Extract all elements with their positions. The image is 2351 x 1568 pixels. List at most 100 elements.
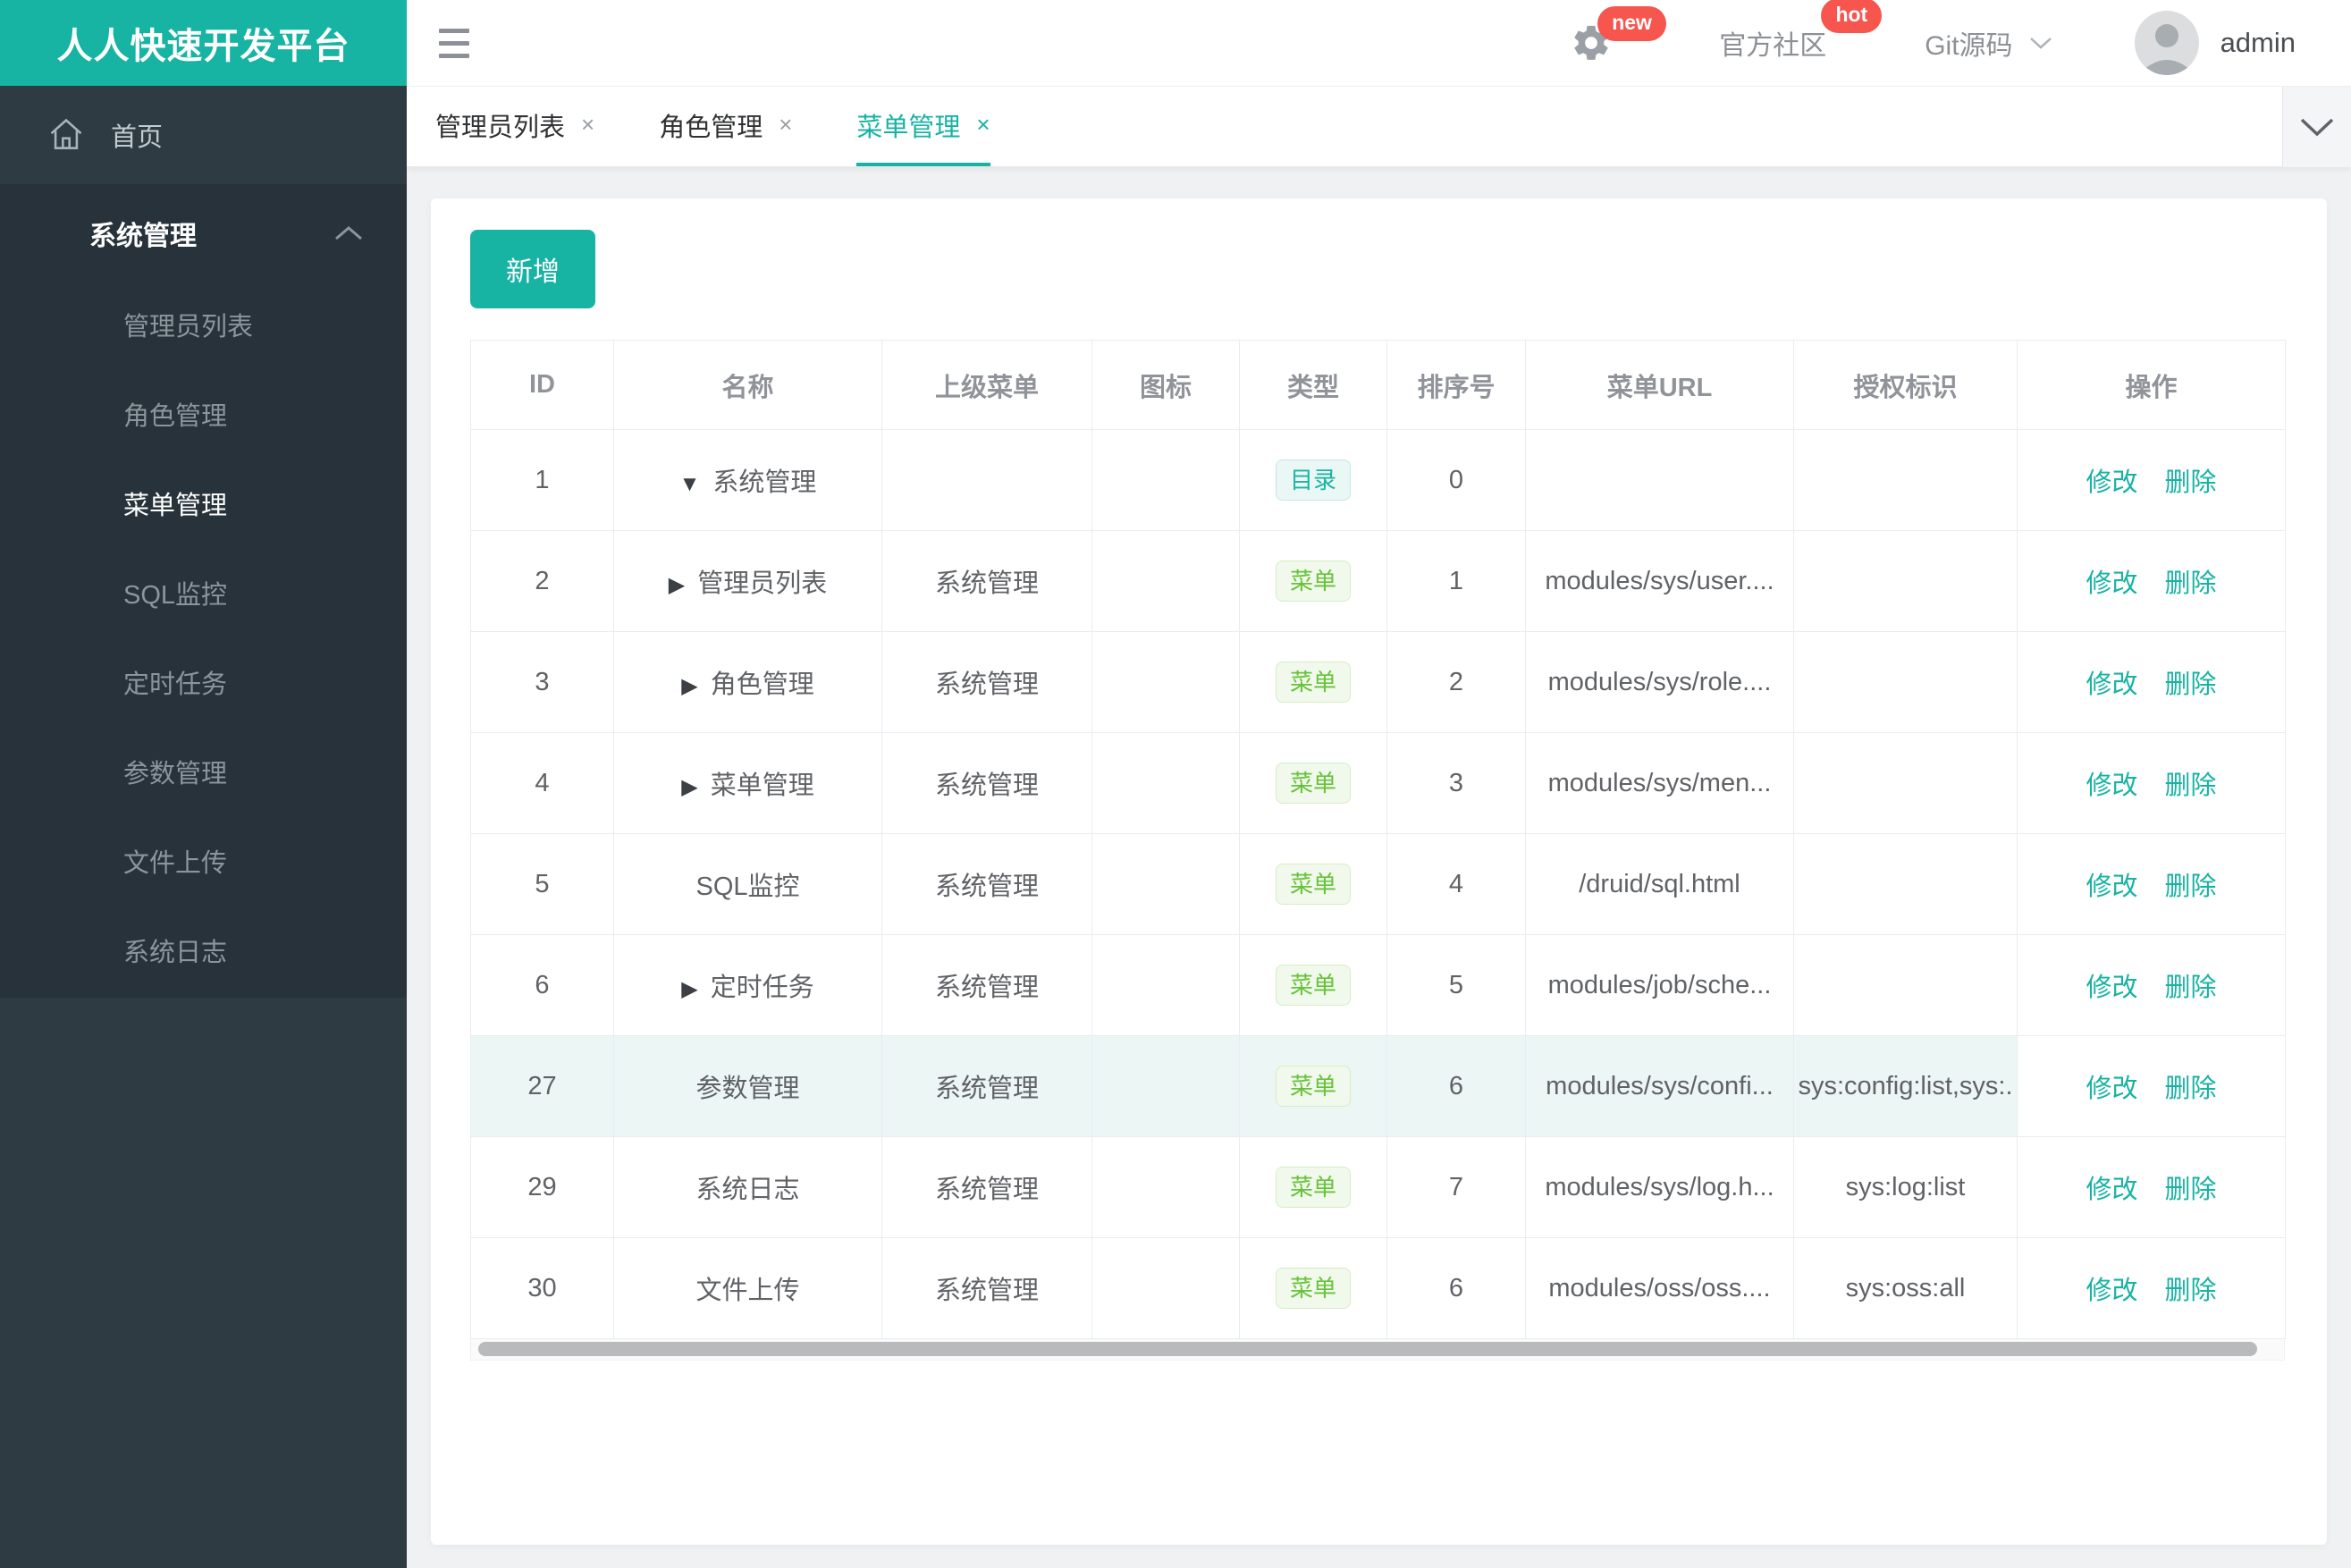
table-row: 5 SQL监控 系统管理 菜单 4/druid/sql.html 修改 删除: [470, 833, 2286, 935]
sidebar-item-参数管理[interactable]: 参数管理: [0, 729, 407, 819]
delete-link[interactable]: 删除: [2165, 1176, 2217, 1204]
avatar[interactable]: [2134, 11, 2199, 75]
edit-link[interactable]: 修改: [2086, 771, 2137, 800]
table-row: 4 ▶ 菜单管理 系统管理 菜单 3 modules/sys/men... 修改 删除: [470, 732, 2286, 834]
type-badge: 菜单: [1276, 864, 1351, 905]
edit-link[interactable]: 修改: [2086, 670, 2137, 699]
community-label: 官方社区: [1719, 31, 1827, 61]
cell-id: 2: [470, 530, 614, 632]
cell-id: 27: [470, 1035, 614, 1137]
col-header-parent: 上级菜单: [881, 340, 1092, 430]
sidebar-section-system: 系统管理 管理员列表 角色管理 菜单管理 SQL监控 定时任务 参数管理 文件上传 系统日志: [0, 184, 407, 998]
cell-url: /druid/sql.html: [1525, 833, 1794, 935]
delete-link[interactable]: 删除: [2165, 771, 2217, 800]
table-row: 2 ▶ 管理员列表 系统管理 菜单 1 modules/sys/user.... 修改 删除: [470, 530, 2286, 632]
expand-row-icon[interactable]: ▶: [681, 673, 697, 699]
cell-icon: [1091, 1136, 1240, 1238]
cell-parent: [881, 429, 1092, 531]
sidebar-item-文件上传[interactable]: 文件上传: [0, 819, 407, 908]
cell-perm: [1793, 833, 2018, 935]
cell-id: 1: [470, 429, 614, 531]
menu-name-label: 菜单管理: [710, 771, 814, 800]
username[interactable]: admin: [2220, 27, 2296, 59]
app-logo: 人人快速开发平台: [0, 0, 407, 86]
sidebar-item-系统日志[interactable]: 系统日志: [0, 908, 407, 998]
delete-link[interactable]: 删除: [2165, 569, 2217, 598]
sidebar-home-label: 首页: [111, 123, 164, 152]
edit-link[interactable]: 修改: [2086, 974, 2137, 1002]
cell-perm: [1793, 429, 2018, 531]
cell-id: 3: [470, 631, 614, 733]
horizontal-scrollbar-thumb[interactable]: [478, 1342, 2257, 1356]
cell-name: 系统日志: [613, 1136, 882, 1238]
tab-close-icon[interactable]: ×: [976, 111, 990, 139]
cell-actions: 修改 删除: [2017, 1136, 2286, 1238]
sidebar-item-SQL监控[interactable]: SQL监控: [0, 551, 407, 640]
sidebar-submenu: 管理员列表 角色管理 菜单管理 SQL监控 定时任务 参数管理 文件上传 系统日志: [0, 282, 407, 998]
sidebar-section-title[interactable]: 系统管理: [0, 184, 407, 282]
cell-url: modules/sys/user....: [1525, 530, 1794, 632]
table-body: 1 ▼ 系统管理 目录 0 修改 删除 2 ▶ 管理员列表 系统管理 菜单 1 modules/sys/u…: [470, 429, 2286, 1339]
tab-角色管理[interactable]: 角色管理 ×: [659, 87, 792, 166]
tab-close-icon[interactable]: ×: [779, 111, 792, 139]
col-header-perm: 授权标识: [1793, 340, 2018, 430]
cell-id: 4: [470, 732, 614, 834]
community-link[interactable]: 官方社区 hot: [1719, 0, 1883, 63]
cell-type: 菜单: [1239, 631, 1387, 733]
delete-link[interactable]: 删除: [2165, 670, 2217, 699]
cell-icon: [1091, 1035, 1240, 1137]
expand-row-icon[interactable]: ▶: [669, 572, 685, 598]
sidebar-item-home[interactable]: 首页: [0, 86, 407, 184]
sidebar-item-定时任务[interactable]: 定时任务: [0, 640, 407, 729]
edit-link[interactable]: 修改: [2086, 1075, 2137, 1103]
cell-actions: 修改 删除: [2017, 833, 2286, 935]
delete-link[interactable]: 删除: [2165, 873, 2217, 901]
cell-name: ▶ 定时任务: [613, 934, 882, 1036]
cell-perm: [1793, 934, 2018, 1036]
collapse-row-icon[interactable]: ▼: [679, 472, 701, 497]
cell-id: 5: [470, 833, 614, 935]
tab-label: 角色管理: [659, 113, 763, 142]
edit-link[interactable]: 修改: [2086, 1176, 2137, 1204]
cell-url: modules/sys/role....: [1525, 631, 1794, 733]
sidebar-item-菜单管理[interactable]: 菜单管理: [0, 461, 407, 551]
main-content: 新增 ID 名称 上级菜单 图标 类型 排序号 菜单URL 授权标识 操作 1 …: [407, 167, 2351, 1568]
menu-name-label: 管理员列表: [697, 569, 828, 598]
cell-id: 6: [470, 934, 614, 1036]
tab-管理员列表[interactable]: 管理员列表 ×: [435, 87, 594, 166]
delete-link[interactable]: 删除: [2165, 1277, 2217, 1305]
cell-type: 菜单: [1239, 934, 1387, 1036]
edit-link[interactable]: 修改: [2086, 569, 2137, 598]
cell-parent: 系统管理: [881, 530, 1092, 632]
cell-order: 1: [1386, 530, 1526, 632]
delete-link[interactable]: 删除: [2165, 974, 2217, 1002]
cell-perm: sys:log:list: [1793, 1136, 2018, 1238]
git-source-label: Git源码: [1925, 31, 2013, 61]
tabs-overflow-button[interactable]: [2282, 87, 2351, 167]
delete-link[interactable]: 删除: [2165, 1075, 2217, 1103]
git-source-dropdown[interactable]: Git源码: [1925, 23, 2052, 63]
sidebar-item-管理员列表[interactable]: 管理员列表: [0, 282, 407, 372]
add-button[interactable]: 新增: [470, 230, 595, 308]
edit-link[interactable]: 修改: [2086, 873, 2137, 901]
cell-name: 文件上传: [613, 1237, 882, 1339]
delete-link[interactable]: 删除: [2165, 468, 2217, 497]
tab-close-icon[interactable]: ×: [581, 111, 594, 139]
expand-row-icon[interactable]: ▶: [681, 774, 697, 800]
type-badge: 目录: [1276, 459, 1351, 501]
sidebar-item-角色管理[interactable]: 角色管理: [0, 372, 407, 461]
horizontal-scrollbar-track[interactable]: [470, 1339, 2285, 1361]
edit-link[interactable]: 修改: [2086, 1277, 2137, 1305]
cell-order: 2: [1386, 631, 1526, 733]
cell-name: 参数管理: [613, 1035, 882, 1137]
expand-row-icon[interactable]: ▶: [681, 976, 697, 1002]
edit-link[interactable]: 修改: [2086, 468, 2137, 497]
sidebar: 人人快速开发平台 首页 系统管理 管理员列表 角色管理 菜单管理 SQL监控 定时任务参…: [0, 0, 407, 1568]
menu-toggle-icon[interactable]: [439, 28, 469, 58]
settings-button[interactable]: new: [1571, 6, 1666, 63]
cell-name: ▶ 角色管理: [613, 631, 882, 733]
type-badge: 菜单: [1276, 561, 1351, 602]
col-header-id: ID: [470, 340, 614, 430]
cell-perm: [1793, 530, 2018, 632]
tab-菜单管理[interactable]: 菜单管理 ×: [856, 87, 990, 166]
